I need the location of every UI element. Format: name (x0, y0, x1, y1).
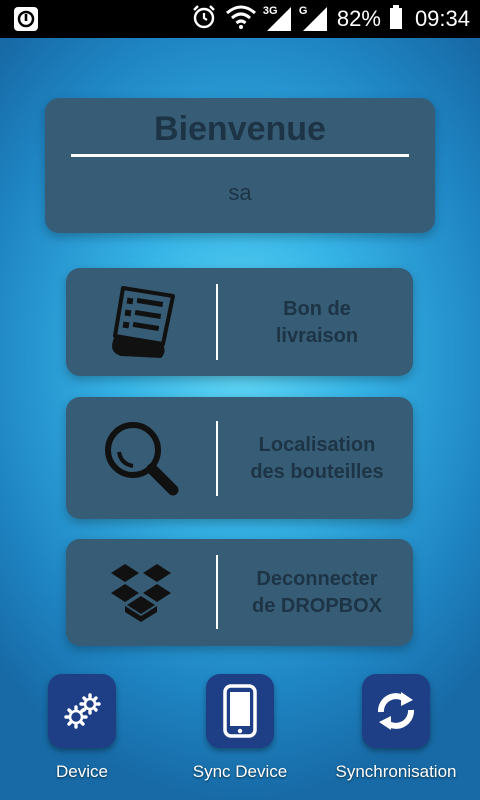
delivery-note-label: Bon de livraison (221, 296, 413, 350)
clock: 09:34 (414, 6, 470, 31)
button-divider (216, 421, 218, 496)
welcome-card: Bienvenue sa (45, 98, 435, 233)
magnifier-icon (96, 413, 186, 503)
network-type-1: 3G (262, 5, 278, 17)
divider (71, 154, 409, 157)
signal-icon: 3G (262, 5, 293, 31)
refresh-icon (362, 674, 430, 748)
alarm-icon (191, 4, 217, 35)
dropbox-icon (96, 551, 186, 633)
dropbox-label-line-1: Deconnecter (256, 568, 378, 590)
document-icon (96, 278, 186, 366)
notification-icon (14, 7, 38, 31)
gears-icon (48, 674, 116, 748)
status-bar: 3G G 82% 09:34 (0, 0, 480, 38)
bottle-location-label: Localisation des bouteilles (221, 432, 413, 486)
dropbox-label-line-2: de DROPBOX (251, 595, 383, 617)
synchronisation-label: Synchronisation (335, 762, 457, 781)
delivery-note-label-line-1: Bon de (283, 298, 351, 320)
button-divider (216, 284, 218, 360)
sync-device-nav-button[interactable]: Sync Device (170, 674, 310, 782)
delivery-note-label-line-2: livraison (275, 325, 359, 347)
bottle-location-label-line-1: Localisation (258, 434, 376, 456)
battery-icon (389, 4, 403, 34)
button-divider (216, 555, 218, 629)
device-nav-button[interactable]: Device (12, 674, 152, 782)
signal-icon-2: G (298, 5, 329, 31)
sync-device-label: Sync Device (192, 762, 288, 781)
phone-icon (206, 674, 274, 748)
dropbox-disconnect-label: Deconnecter de DROPBOX (221, 566, 413, 620)
welcome-title: Bienvenue (154, 110, 326, 148)
dropbox-disconnect-button[interactable]: Deconnecter de DROPBOX (66, 539, 413, 646)
device-label: Device (56, 762, 108, 781)
delivery-note-button[interactable]: Bon de livraison (66, 268, 413, 376)
network-type-2: G (298, 5, 308, 17)
bottle-location-button[interactable]: Localisation des bouteilles (66, 397, 413, 519)
battery-percent: 82% (336, 6, 381, 31)
username: sa (228, 180, 252, 205)
bottle-location-label-line-2: des bouteilles (250, 461, 384, 483)
synchronisation-nav-button[interactable]: Synchronisation (326, 674, 466, 782)
wifi-icon (225, 5, 257, 34)
